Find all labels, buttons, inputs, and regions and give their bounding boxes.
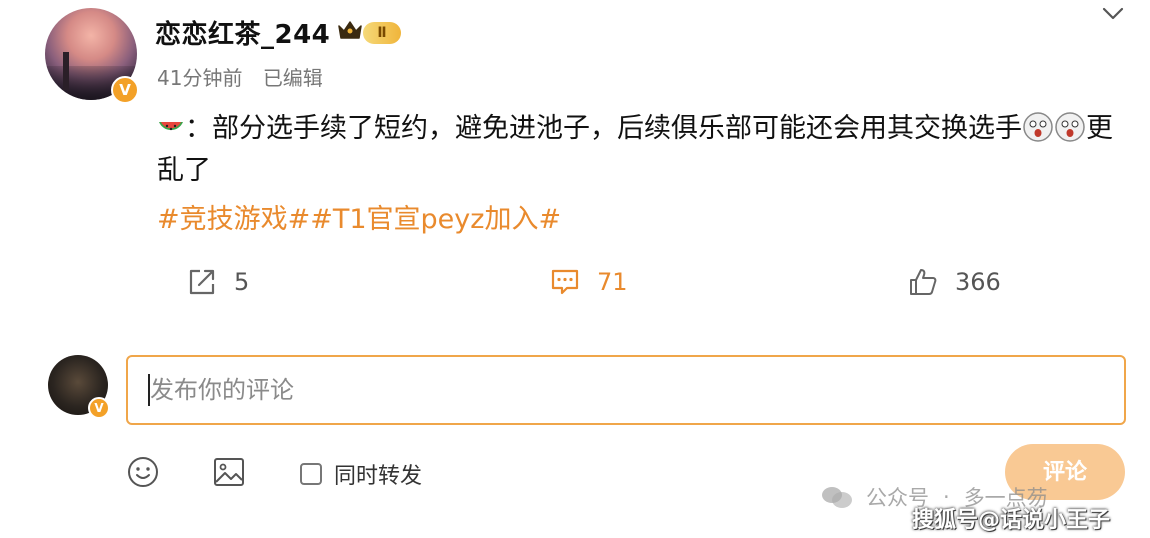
comment-input[interactable] [126,355,1126,425]
comment-button[interactable]: 71 [549,264,628,300]
thumbs-up-icon [910,269,937,295]
comment-count: 71 [597,268,628,296]
text-caret [148,374,150,406]
comment-icon [551,269,579,295]
edited-label[interactable]: 已编辑 [263,66,323,90]
emoji-icon[interactable] [126,455,160,489]
repost-icon [189,269,215,295]
also-repost-option[interactable]: 同时转发 [300,458,422,490]
post-text: ：部分选手续了短约，避免进池子，后续俱乐部可能还会用其交换选手 更乱了 [157,108,1132,192]
chevron-down-icon[interactable] [1101,6,1125,22]
image-icon[interactable] [212,455,246,489]
post-meta: 41分钟前 已编辑 [157,62,323,91]
also-repost-label: 同时转发 [334,464,423,489]
post-time: 41分钟前 [157,66,243,90]
repost-count: 5 [234,268,250,296]
watermelon-icon [159,122,183,131]
text-separator: ： [185,113,212,144]
verified-badge-icon: V [111,76,139,104]
like-count: 366 [955,268,1001,296]
like-button[interactable]: 366 [907,264,1001,300]
verified-badge-icon: V [88,397,110,419]
text-main: 部分选手续了短约，避免进池子，后续俱乐部可能还会用其交换选手 [212,113,1022,144]
crown-icon [338,21,362,39]
topic-tags[interactable]: #竞技游戏##T1官宣peyz加入# [157,197,561,236]
also-repost-checkbox[interactable] [300,463,322,485]
shocked-face-icon [1023,112,1053,142]
shocked-face-icon [1055,112,1085,142]
author-name[interactable]: 恋恋红茶_244 [155,14,330,51]
wechat-icon [822,487,852,508]
level-badge: Ⅱ [363,22,401,44]
sohu-watermark: 搜狐号@话说小王子 [912,508,1111,533]
repost-button[interactable]: 5 [186,264,249,300]
